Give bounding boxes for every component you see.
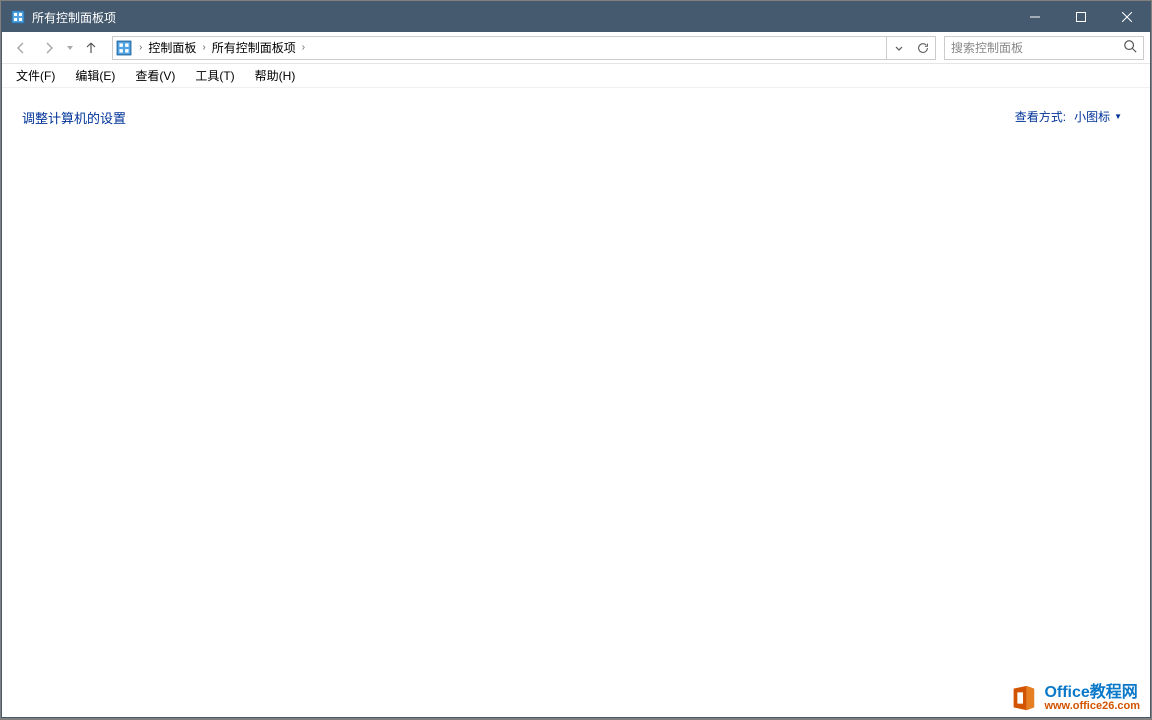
- view-by-control: 查看方式: 小图标 ▼: [1015, 108, 1122, 125]
- window-title: 所有控制面板项: [32, 9, 116, 26]
- menu-view[interactable]: 查看(V): [127, 65, 183, 86]
- navigation-bar: › 控制面板 › 所有控制面板项 ›: [2, 32, 1150, 64]
- office-logo-icon: [1008, 683, 1038, 713]
- menu-bar: 文件(F) 编辑(E) 查看(V) 工具(T) 帮助(H): [2, 64, 1150, 88]
- back-button[interactable]: [8, 35, 34, 61]
- address-icon: [113, 40, 135, 56]
- watermark-title: Office教程网: [1044, 685, 1140, 701]
- search-input[interactable]: [951, 41, 1123, 55]
- up-button[interactable]: [78, 35, 104, 61]
- chevron-right-icon[interactable]: ›: [298, 42, 309, 53]
- page-title: 调整计算机的设置: [22, 108, 126, 127]
- control-panel-window: 所有控制面板项 › 控制面板 ›: [1, 1, 1151, 718]
- menu-edit[interactable]: 编辑(E): [67, 65, 123, 86]
- chevron-down-icon: ▼: [1114, 112, 1122, 121]
- view-by-label: 查看方式:: [1015, 108, 1066, 125]
- search-icon[interactable]: [1123, 39, 1137, 56]
- search-box[interactable]: [944, 36, 1144, 60]
- view-by-value-text: 小图标: [1074, 108, 1110, 125]
- history-dropdown[interactable]: [64, 35, 76, 61]
- maximize-button[interactable]: [1058, 2, 1104, 32]
- chevron-right-icon[interactable]: ›: [135, 42, 146, 53]
- breadcrumb-control-panel[interactable]: 控制面板: [146, 37, 198, 59]
- watermark-url: www.office26.com: [1044, 701, 1140, 712]
- view-by-dropdown[interactable]: 小图标 ▼: [1074, 108, 1122, 125]
- chevron-right-icon[interactable]: ›: [198, 42, 209, 53]
- close-button[interactable]: [1104, 2, 1150, 32]
- forward-button[interactable]: [36, 35, 62, 61]
- content-header: 调整计算机的设置 查看方式: 小图标 ▼: [22, 108, 1122, 127]
- address-bar[interactable]: › 控制面板 › 所有控制面板项 ›: [112, 36, 936, 60]
- titlebar[interactable]: 所有控制面板项: [2, 2, 1150, 32]
- watermark: Office教程网 www.office26.com: [1008, 683, 1140, 713]
- address-dropdown-button[interactable]: [887, 37, 911, 59]
- menu-tools[interactable]: 工具(T): [187, 65, 242, 86]
- menu-help[interactable]: 帮助(H): [247, 65, 304, 86]
- refresh-button[interactable]: [911, 37, 935, 59]
- breadcrumb-all-items[interactable]: 所有控制面板项: [210, 37, 298, 59]
- content-area: 调整计算机的设置 查看方式: 小图标 ▼ Office教程网 www.offic…: [2, 88, 1150, 717]
- minimize-button[interactable]: [1012, 2, 1058, 32]
- control-panel-icon: [10, 9, 26, 25]
- menu-file[interactable]: 文件(F): [8, 65, 63, 86]
